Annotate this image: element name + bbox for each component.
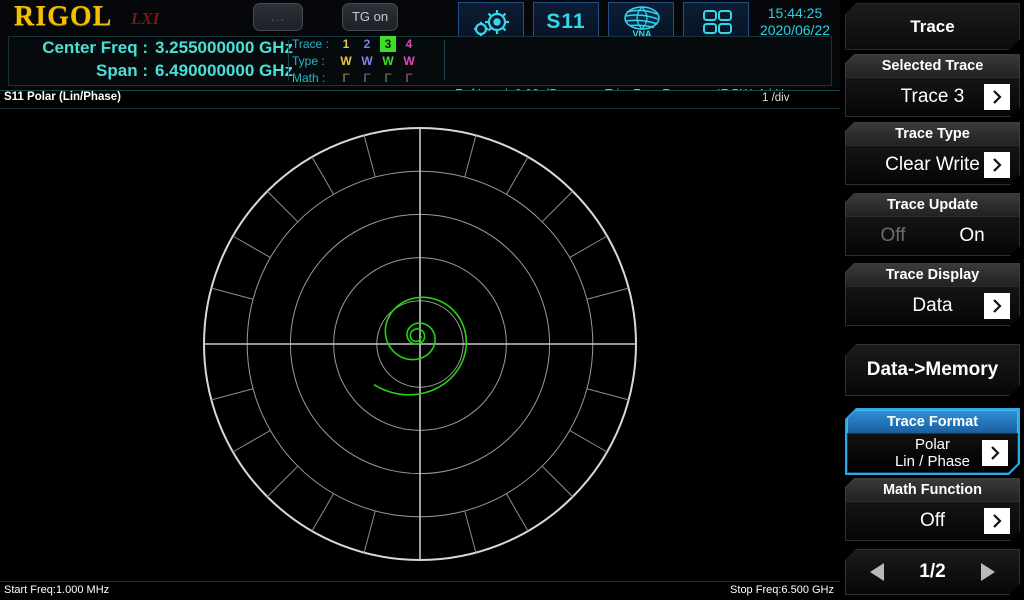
trace-update-on-option[interactable]: On [939,217,1005,255]
chevron-right-icon[interactable] [984,293,1010,319]
menu-title: Trace [845,3,1020,50]
menu-pager[interactable]: 1/2 [845,549,1020,595]
vna-screen: RIGOL LXI ... TG on S11 VNA 15:44:25 202… [0,0,1024,600]
softkey-trace-type[interactable]: Trace Type Clear Write [845,122,1020,185]
trace-update-off-option[interactable]: Off [860,217,926,255]
trace-display-caption: Trace Display [885,267,980,283]
trace-format-value-line2: Lin / Phase [894,453,971,470]
softkey-data-to-memory[interactable]: Data->Memory [845,344,1020,396]
page-next-icon[interactable] [981,563,995,581]
softkey-trace-format[interactable]: Trace Format Polar Lin / Phase [845,408,1020,475]
softkey-trace-update[interactable]: Trace Update Off On [845,193,1020,256]
softkey-menu: Trace Selected Trace Trace 3 Trace Type … [841,0,1024,600]
data-to-memory-label: Data->Memory [866,359,999,380]
trace-update-caption: Trace Update [886,197,979,213]
chevron-right-icon[interactable] [984,152,1010,178]
selected-trace-caption: Selected Trace [881,58,984,74]
math-function-caption: Math Function [882,482,983,498]
stop-frequency: Stop Freq:6.500 GHz [730,584,834,596]
trace-format-caption: Trace Format [886,414,979,430]
menu-title-label: Trace [910,16,955,36]
chevron-right-icon[interactable] [984,508,1010,534]
start-frequency: Start Freq:1.000 MHz [4,584,110,596]
softkey-selected-trace[interactable]: Selected Trace Trace 3 [845,54,1020,117]
softkey-trace-display[interactable]: Trace Display Data [845,263,1020,326]
chevron-right-icon[interactable] [984,84,1010,110]
chevron-right-icon[interactable] [982,440,1008,466]
trace-format-value-line1: Polar [914,436,951,453]
trace-type-caption: Trace Type [895,126,970,142]
softkey-math-function[interactable]: Math Function Off [845,478,1020,541]
plot-footer: Start Freq:1.000 MHz Stop Freq:6.500 GHz [0,581,840,600]
polar-grid-and-trace [203,127,637,561]
